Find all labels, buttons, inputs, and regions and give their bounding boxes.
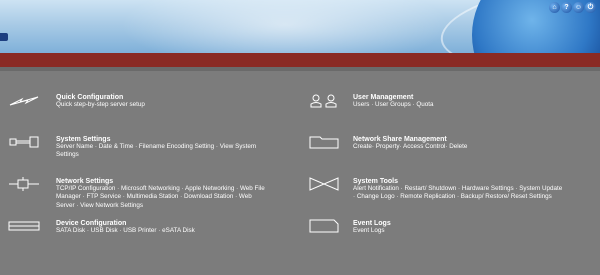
menu-desc: TCP/IP Configuration · Microsoft Network… xyxy=(56,185,265,209)
folder-icon xyxy=(309,136,339,149)
menu-desc: SATA Disk · USB Disk · USB Printer · eSA… xyxy=(56,227,195,234)
menu-desc: Server Name · Date & Time · Filename Enc… xyxy=(56,143,257,159)
menu-title[interactable]: Quick Configuration xyxy=(56,94,123,101)
menu-title[interactable]: System Settings xyxy=(56,136,110,143)
menu-desc: Event Logs xyxy=(353,227,385,234)
title-band xyxy=(0,53,600,67)
banner-highlight xyxy=(120,0,450,53)
menu-title[interactable]: User Management xyxy=(353,94,413,101)
menu-title[interactable]: Network Settings xyxy=(56,178,113,185)
home-icon[interactable]: ⌂ xyxy=(549,2,560,13)
menu-title[interactable]: Network Share Management xyxy=(353,136,447,143)
menu-title[interactable]: Event Logs xyxy=(353,220,391,227)
disk-icon xyxy=(8,221,40,231)
side-tab[interactable] xyxy=(0,33,8,41)
lightning-icon xyxy=(9,96,39,106)
menu-desc: Create· Property· Access Control· Delete xyxy=(353,143,468,150)
logout-icon[interactable]: ⏻ xyxy=(585,2,596,13)
menu-desc: Users · User Groups · Quota xyxy=(353,101,434,108)
network-icon xyxy=(9,177,39,191)
menu-desc: Alert Notification · Restart/ Shutdown ·… xyxy=(353,185,563,201)
users-icon xyxy=(310,94,337,108)
header-banner: ⌂ ? ☺ ⏻ xyxy=(0,0,600,53)
divider xyxy=(0,67,600,71)
user-icon[interactable]: ☺ xyxy=(573,2,584,13)
help-icon[interactable]: ? xyxy=(561,2,572,13)
menu-desc: Quick step-by-step server setup xyxy=(56,101,145,108)
document-icon xyxy=(309,219,339,233)
menu-title[interactable]: Device Configuration xyxy=(56,220,126,227)
menu-title[interactable]: System Tools xyxy=(353,178,398,185)
tools-icon xyxy=(309,177,339,191)
connector-icon xyxy=(9,136,39,148)
